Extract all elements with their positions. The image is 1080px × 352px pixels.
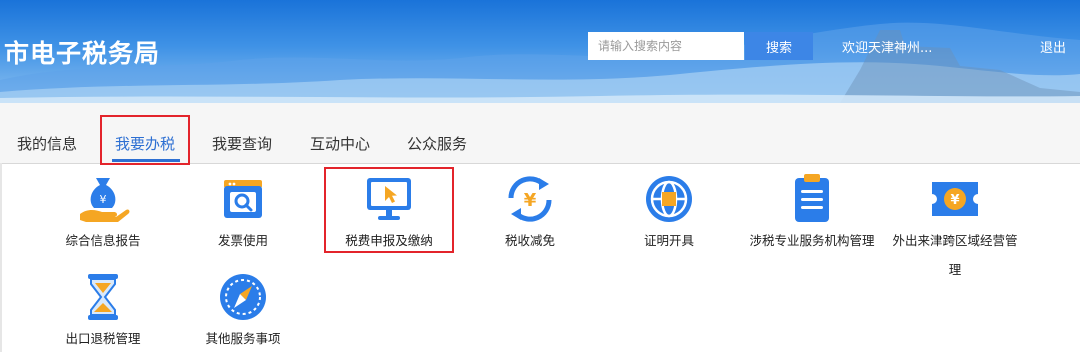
service-label: 涉税专业服务机构管理 xyxy=(749,233,875,248)
welcome-text: 欢迎天津神州... xyxy=(842,41,933,56)
service-label: 税收减免 xyxy=(504,233,555,248)
service-label: 发票使用 xyxy=(217,233,268,248)
svg-text:¥: ¥ xyxy=(100,193,107,206)
hourglass-icon xyxy=(88,274,118,320)
money-bag-hand-icon: ¥ xyxy=(80,178,130,222)
tab-query[interactable]: 我要查询 xyxy=(212,133,272,154)
tab-handle-tax[interactable]: 我要办税 xyxy=(115,133,175,154)
compass-icon xyxy=(220,274,266,320)
tab-public-service[interactable]: 公众服务 xyxy=(407,133,467,154)
service-label: 外出来津跨区域经营管 xyxy=(892,233,1018,248)
service-label: 其他服务事项 xyxy=(205,331,281,346)
tab-interaction-center[interactable]: 互动中心 xyxy=(310,133,370,154)
active-tab-indicator xyxy=(112,159,180,162)
globe-certificate-icon xyxy=(646,176,692,222)
yuan-refresh-icon: ¥ xyxy=(508,176,552,222)
service-tax-agency-management[interactable]: 涉税专业服务机构管理 xyxy=(737,172,887,249)
service-tax-declaration-payment[interactable]: 税费申报及缴纳 xyxy=(314,172,464,249)
search-input[interactable] xyxy=(588,32,744,60)
service-other-matters[interactable]: 其他服务事项 xyxy=(168,270,318,347)
logout-link[interactable]: 退出 xyxy=(1040,37,1066,56)
left-edge xyxy=(0,163,2,352)
yuan-ticket-icon: ¥ xyxy=(932,182,978,216)
monitor-cursor-icon xyxy=(367,178,411,220)
service-tax-relief[interactable]: ¥ 税收减免 xyxy=(455,172,605,249)
service-cross-region-management[interactable]: ¥ 外出来津跨区域经营管 理 xyxy=(880,172,1030,278)
service-label: 综合信息报告 xyxy=(65,233,141,248)
service-label-continued: 理 xyxy=(948,262,962,277)
tab-my-info[interactable]: 我的信息 xyxy=(17,133,77,154)
service-export-refund[interactable]: 出口退税管理 xyxy=(28,270,178,347)
invoice-search-icon xyxy=(224,180,262,218)
site-title: 市电子税务局 xyxy=(4,39,161,68)
service-label: 税费申报及缴纳 xyxy=(345,233,433,248)
service-label: 证明开具 xyxy=(643,233,694,248)
header-banner: 市电子税务局 搜索 欢迎天津神州... 退出 xyxy=(0,0,1080,103)
svg-text:¥: ¥ xyxy=(524,190,537,211)
main-tabs: 我的信息 我要办税 我要查询 互动中心 公众服务 xyxy=(0,103,1080,164)
service-label: 出口退税管理 xyxy=(65,331,141,346)
service-comprehensive-report[interactable]: ¥ 综合信息报告 xyxy=(28,172,178,249)
service-certificate-issue[interactable]: 证明开具 xyxy=(594,172,744,249)
search-button[interactable]: 搜索 xyxy=(745,32,813,60)
clipboard-icon xyxy=(795,174,829,222)
service-invoice-use[interactable]: 发票使用 xyxy=(168,172,318,249)
svg-text:¥: ¥ xyxy=(950,193,959,208)
